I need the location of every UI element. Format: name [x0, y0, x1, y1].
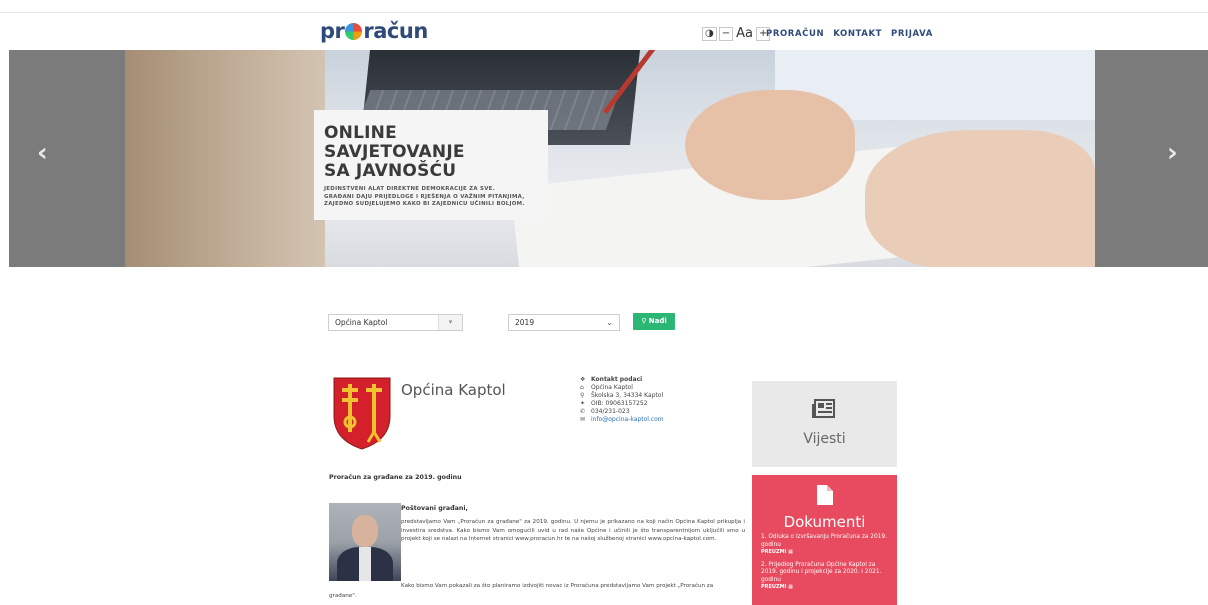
document-title: 2. Prijedlog Proračuna Općine Kaptol za …: [761, 561, 882, 583]
news-card-label: Vijesti: [803, 431, 846, 447]
download-icon: ▦: [788, 584, 793, 590]
chevron-right-icon[interactable]: ›: [1167, 138, 1178, 168]
search-button-label: Nađi: [648, 317, 667, 325]
municipality-select-value: Općina Kaptol: [335, 318, 388, 327]
documents-card: Dokumenti 1. Odluka o izvršavanju Prorač…: [752, 475, 897, 605]
list-item: 1. Odluka o izvršavanju Proračuna za 201…: [761, 534, 893, 557]
contact-email-link[interactable]: info@opcina-kaptol.com: [591, 416, 664, 424]
second-paragraph-end: građane".: [329, 593, 357, 599]
search-icon: ⚲: [641, 317, 647, 325]
contact-name: Općina Kaptol: [591, 384, 633, 391]
phone-icon: ✆: [580, 408, 586, 415]
documents-card-label: Dokumenti: [783, 513, 866, 531]
nav-link-prijava[interactable]: PRIJAVA: [891, 29, 933, 39]
intro-paragraph: predstavljamo Vam „Proračun za građane" …: [401, 519, 745, 543]
main-nav: PRORAČUN KONTAKT PRIJAVA: [766, 29, 933, 39]
hero-caption: ONLINE SAVJETOVANJE SA JAVNOŠĆU JEDINSTV…: [314, 110, 548, 220]
document-title: 1. Odluka o izvršavanju Proračuna za 201…: [761, 534, 887, 548]
hero-photo: [125, 50, 1095, 267]
hero-slider: ONLINE SAVJETOVANJE SA JAVNOŠĆU JEDINSTV…: [9, 50, 1208, 267]
contact-title: Kontakt podaci: [591, 376, 643, 383]
contrast-toggle-button[interactable]: ◑: [702, 27, 717, 41]
newspaper-icon: [812, 399, 835, 418]
budget-heading: Proračun za građane za 2019. godinu: [329, 474, 462, 481]
hero-subtitle-line1: JEDINSTVENI ALAT DIREKTNE DEMOKRACIJE ZA…: [324, 186, 496, 192]
municipality-name: Općina Kaptol: [401, 381, 506, 399]
hero-title-line2: SA JAVNOŠĆU: [324, 161, 457, 181]
mayor-photo: [329, 503, 401, 581]
chevron-down-icon: ⌄: [606, 318, 613, 327]
coin-chart-icon: [345, 22, 363, 40]
map-marker-icon: ⚲: [580, 392, 585, 399]
contact-info: ❖ Kontakt podaci ⌂ Općina Kaptol ⚲ Školska …: [580, 376, 664, 424]
home-icon: ⌂: [580, 384, 584, 391]
second-paragraph: Kako bismo Vam pokazali za što planiramo…: [401, 583, 714, 589]
font-size-label: Aa: [735, 26, 754, 41]
search-button[interactable]: ⚲ Nađi: [633, 313, 675, 330]
font-decrease-button[interactable]: −: [718, 27, 734, 41]
hero-title-line1: ONLINE SAVJETOVANJE: [324, 123, 465, 162]
accessibility-tools: ◑ − Aa +: [702, 26, 771, 41]
hero-subtitle-line3: ZAJEDNO SUDJELUJEMO KAKO BI ZAJEDNICU UČ…: [324, 201, 525, 207]
document-icon: [817, 485, 833, 505]
list-item: 2. Prijedlog Proračuna Općine Kaptol za …: [761, 562, 893, 592]
municipality-select[interactable]: Općina Kaptol ▾: [328, 314, 463, 331]
documents-list: 1. Odluka o izvršavanju Proračuna za 201…: [761, 534, 893, 597]
download-icon: ▦: [788, 549, 793, 555]
download-link[interactable]: PREUZMI ▦: [761, 549, 893, 557]
logo-suffix: račun: [363, 19, 428, 43]
nav-link-kontakt[interactable]: KONTAKT: [833, 29, 882, 39]
logo-prefix: pr: [320, 19, 345, 43]
municipality-coat-of-arms: [333, 377, 391, 450]
year-select[interactable]: 2019 ⌄: [508, 314, 620, 331]
contact-address: Školska 3, 34334 Kaptol: [591, 392, 664, 399]
news-card[interactable]: Vijesti: [752, 381, 897, 467]
nav-link-proracun[interactable]: PRORAČUN: [766, 29, 824, 39]
chevron-left-icon[interactable]: ‹: [37, 138, 48, 168]
download-link[interactable]: PREUZMI ▦: [761, 584, 893, 592]
id-icon: ✦: [580, 400, 586, 407]
site-header: pr račun ◑ − Aa + PRORAČUN KONTAKT PRIJA…: [0, 13, 1208, 50]
caret-down-icon[interactable]: ▾: [438, 315, 462, 330]
site-logo[interactable]: pr račun: [320, 19, 428, 43]
year-select-value: 2019: [515, 318, 535, 327]
info-icon: ❖: [580, 376, 586, 383]
hero-subtitle-line2: GRAĐANI DAJU PRIJEDLOGE I RJEŠENJA O VAŽ…: [324, 193, 525, 200]
contact-phone: 034/231-023: [591, 408, 630, 415]
contact-oib: OIB: 09063157252: [591, 400, 648, 407]
envelope-icon: ✉: [580, 416, 586, 423]
greeting: Poštovani građani,: [401, 505, 468, 512]
